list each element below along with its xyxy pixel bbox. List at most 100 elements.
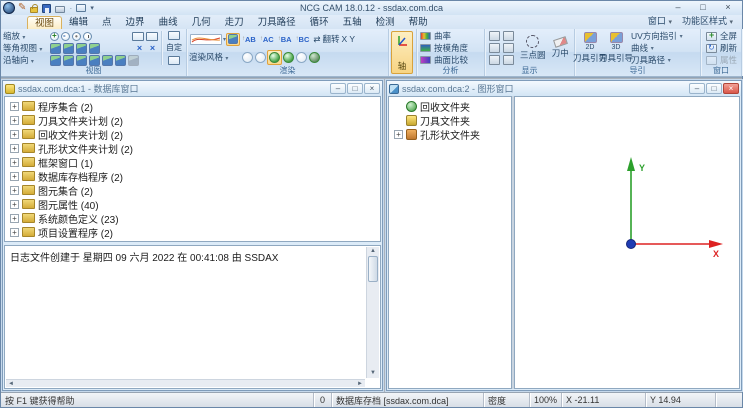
view-ba-button[interactable]: BA — [276, 35, 294, 44]
display-option-icon[interactable] — [503, 55, 514, 65]
graphics-canvas[interactable]: Y X — [514, 96, 740, 389]
customize-icon[interactable] — [76, 4, 86, 12]
expander-icon[interactable]: + — [10, 158, 19, 167]
app-orb-icon[interactable] — [3, 2, 15, 14]
render-style-wireframe-icon[interactable] — [242, 52, 253, 63]
zoom-out-icon[interactable] — [61, 32, 70, 41]
refresh-button[interactable]: 刷新 — [706, 42, 739, 54]
render-style-textured-icon[interactable] — [309, 52, 320, 63]
tab-curve[interactable]: 曲线 — [152, 16, 185, 29]
expander-icon[interactable]: + — [10, 200, 19, 209]
uv-guide-dropdown[interactable]: UV方向指引 ▾ — [631, 30, 698, 42]
tree-item[interactable]: +孔形状文件夹计划 (2) — [5, 141, 380, 155]
tree-item-tool-folder[interactable]: 刀具文件夹 — [389, 113, 511, 127]
render-mode-button[interactable] — [226, 33, 240, 46]
zoom-in-icon[interactable] — [50, 32, 59, 41]
zoom-window-icon[interactable]: × — [147, 43, 158, 53]
display-option-icon[interactable] — [503, 43, 514, 53]
tree-item-recycle-folder[interactable]: 回收文件夹 — [389, 99, 511, 113]
axis-button[interactable]: 轴 — [391, 31, 413, 74]
tab-boundary[interactable]: 边界 — [119, 16, 152, 29]
scroll-left-icon[interactable]: ◄ — [8, 381, 14, 387]
lock-icon[interactable] — [30, 7, 38, 13]
db-close-button[interactable]: × — [364, 83, 380, 94]
expander-icon[interactable]: + — [10, 214, 19, 223]
tab-passes[interactable]: 走刀 — [218, 16, 251, 29]
axis-view-icon[interactable] — [89, 55, 100, 66]
view-ab-button[interactable]: AB — [240, 35, 258, 44]
tree-item[interactable]: +系统颜色定义 (23) — [5, 211, 380, 225]
curvature-button[interactable]: 曲率 — [420, 30, 482, 42]
maximize-button[interactable]: □ — [691, 2, 715, 14]
expander-icon[interactable]: + — [10, 130, 19, 139]
axis-view-icon[interactable] — [50, 55, 61, 66]
flip-icon[interactable]: ⇄ — [313, 34, 320, 45]
print-icon[interactable] — [55, 6, 65, 13]
edit-icon[interactable]: ✎ — [18, 3, 26, 13]
save-icon[interactable] — [42, 4, 51, 13]
axis-view-icon[interactable] — [128, 55, 139, 66]
display-option-icon[interactable] — [489, 31, 500, 41]
scroll-right-icon[interactable]: ► — [357, 381, 363, 387]
curve-guide-dropdown[interactable]: 曲线 ▾ — [631, 42, 698, 54]
expander-icon[interactable]: + — [10, 116, 19, 125]
along-axis-dropdown[interactable]: 沿轴向 ▾ — [3, 54, 49, 66]
axis-view-icon[interactable] — [102, 55, 113, 66]
render-style-translucent-icon[interactable] — [296, 52, 307, 63]
zoom-dropdown[interactable]: 缩放 ▾ — [3, 30, 49, 42]
tab-inspect[interactable]: 检测 — [369, 16, 402, 29]
expander-icon[interactable]: + — [10, 172, 19, 181]
zoom-extents-icon[interactable]: × — [134, 43, 145, 53]
expander-icon[interactable]: + — [394, 130, 403, 139]
qat-dropdown-icon[interactable]: ▾ — [90, 4, 94, 12]
tab-edit[interactable]: 编辑 — [62, 16, 95, 29]
zoom-selected-icon[interactable] — [72, 32, 81, 41]
display-option-icon[interactable] — [489, 43, 500, 53]
iso-view-icon[interactable] — [50, 43, 61, 54]
db-minimize-button[interactable]: – — [330, 83, 346, 94]
close-button[interactable]: × — [716, 2, 740, 14]
view-ac-button[interactable]: AC — [258, 35, 276, 44]
graphics-window-titlebar[interactable]: ssdax.com.dca:2 - 图形窗口 – □ × — [387, 81, 741, 96]
view-bc-button[interactable]: BC — [294, 35, 312, 44]
window-menu[interactable]: 窗口 ▾ — [643, 15, 677, 29]
iso-view-dropdown[interactable]: 等角视图 ▾ — [3, 42, 49, 54]
expander-icon[interactable]: + — [10, 144, 19, 153]
render-preview[interactable] — [190, 34, 222, 45]
viewport-icon[interactable] — [132, 32, 144, 41]
tree-item[interactable]: +项目设置程序 (2) — [5, 225, 380, 239]
gfx-close-button[interactable]: × — [723, 83, 739, 94]
guide-3d-button[interactable]: 3D 刀具引导 — [603, 32, 629, 64]
tree-item[interactable]: +数据库存档程序 (2) — [5, 169, 380, 183]
scrollbar-thumb[interactable] — [368, 256, 378, 282]
tree-item[interactable]: +图元属性 (40) — [5, 197, 380, 211]
axis-view-icon[interactable] — [76, 55, 87, 66]
fullscreen-button[interactable]: 全屏 — [706, 30, 739, 42]
tab-point[interactable]: 点 — [95, 16, 119, 29]
scroll-up-icon[interactable]: ▲ — [370, 247, 376, 256]
viewport-split-icon[interactable] — [146, 32, 158, 41]
properties-button[interactable]: 属性 — [706, 54, 739, 66]
render-style-dropdown[interactable]: 渲染风格 ▾ — [189, 51, 241, 63]
render-style-hidden-icon[interactable] — [255, 52, 266, 63]
tree-item[interactable]: +框架窗口 (1) — [5, 155, 380, 169]
flip-label[interactable]: 翻转 — [323, 33, 340, 45]
tree-item-hole-folder[interactable]: +孔形状文件夹 — [389, 127, 511, 141]
tab-view[interactable]: 视图 — [27, 16, 62, 29]
axis-view-icon[interactable] — [115, 55, 126, 66]
tree-item[interactable]: +图元集合 (2) — [5, 183, 380, 197]
toolpath-guide-dropdown[interactable]: 刀具路径 ▾ — [631, 54, 698, 66]
log-vertical-scrollbar[interactable]: ▲ ▼ — [366, 247, 379, 378]
ribbon-style-menu[interactable]: 功能区样式 ▾ — [677, 15, 738, 29]
tree-item[interactable]: +回收文件夹计划 (2) — [5, 127, 380, 141]
database-window-titlebar[interactable]: ssdax.com.dca:1 - 数据库窗口 – □ × — [3, 81, 382, 96]
expander-icon[interactable]: + — [10, 228, 19, 237]
three-point-circle-button[interactable]: 三点圆 — [517, 35, 548, 61]
tab-cycle[interactable]: 循环 — [303, 16, 336, 29]
surface-compare-button[interactable]: 曲面比较 — [420, 54, 482, 66]
iso-view-icon[interactable] — [76, 43, 87, 54]
minimize-button[interactable]: – — [666, 2, 690, 14]
log-horizontal-scrollbar[interactable]: ◄ ► — [6, 379, 365, 387]
gfx-minimize-button[interactable]: – — [689, 83, 705, 94]
expander-icon[interactable]: + — [10, 186, 19, 195]
